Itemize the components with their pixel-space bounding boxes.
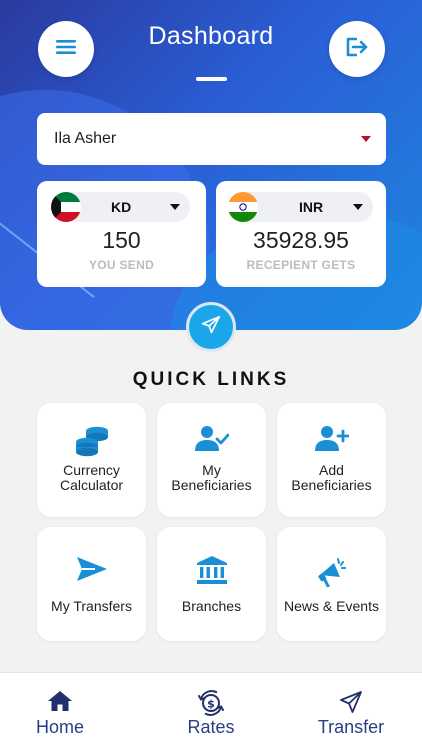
receive-amount-card: INR 35928.95 RECEPIENT GETS <box>216 181 386 287</box>
receive-currency-code: INR <box>299 199 324 215</box>
chevron-down-icon <box>361 136 371 142</box>
receive-amount-label: RECEPIENT GETS <box>246 258 356 272</box>
chevron-down-icon <box>353 204 363 210</box>
quick-link-label: My Beneficiaries <box>171 462 252 493</box>
quick-link-label: News & Events <box>284 598 379 614</box>
quick-link-label: My Transfers <box>51 598 132 614</box>
nav-transfer[interactable]: Transfer <box>291 673 411 750</box>
megaphone-icon <box>277 555 386 587</box>
nav-rates-label: Rates <box>187 717 235 737</box>
user-plus-icon <box>277 425 386 453</box>
nav-home[interactable]: Home <box>0 673 120 750</box>
send-currency-code: KD <box>111 199 132 215</box>
receive-amount: 35928.95 <box>253 227 349 253</box>
send-amount-card: KD 150 YOU SEND <box>37 181 206 287</box>
kuwait-flag-icon <box>51 192 81 222</box>
svg-text:$: $ <box>207 698 215 711</box>
logout-icon <box>344 35 370 64</box>
beneficiary-select[interactable]: Ila Asher <box>37 113 386 165</box>
bank-icon <box>157 555 266 585</box>
send-icon <box>291 690 411 714</box>
chevron-down-icon <box>170 204 180 210</box>
quick-link-branches[interactable]: Branches <box>157 527 266 641</box>
send-currency-select[interactable]: KD <box>51 192 190 222</box>
rates-icon: $ <box>151 690 271 716</box>
send-amount-label: YOU SEND <box>88 258 155 272</box>
bottom-navigation: Home $ Rates Transfer <box>0 672 422 750</box>
india-flag-icon <box>228 192 258 222</box>
quick-link-my-transfers[interactable]: My Transfers <box>37 527 146 641</box>
quick-link-currency-calculator[interactable]: Currency Calculator <box>37 403 146 517</box>
quick-link-my-beneficiaries[interactable]: My Beneficiaries <box>157 403 266 517</box>
nav-home-label: Home <box>35 717 84 737</box>
quick-link-label: Currency Calculator <box>59 462 124 493</box>
nav-transfer-label: Transfer <box>317 717 385 737</box>
logout-button[interactable] <box>329 21 385 77</box>
user-check-icon <box>157 425 266 453</box>
home-icon <box>0 690 120 712</box>
quick-link-label: Add Beneficiaries <box>291 462 372 493</box>
title-underline <box>196 77 227 81</box>
nav-rates[interactable]: $ Rates <box>151 673 271 750</box>
paper-plane-icon <box>37 555 146 583</box>
send-amount[interactable]: 150 <box>37 227 206 254</box>
quick-links-title: QUICK LINKS <box>132 369 290 390</box>
coins-icon <box>37 425 146 457</box>
receive-currency-select[interactable]: INR <box>228 192 373 222</box>
paper-plane-icon <box>200 314 222 341</box>
send-money-button[interactable] <box>186 302 236 352</box>
quick-link-label: Branches <box>181 598 242 614</box>
quick-link-news-events[interactable]: News & Events <box>277 527 386 641</box>
beneficiary-select-value: Ila Asher <box>54 130 117 147</box>
quick-link-add-beneficiaries[interactable]: Add Beneficiaries <box>277 403 386 517</box>
dashboard-header: Dashboard Ila Asher KD 150 YOU SEND INR … <box>0 0 422 330</box>
